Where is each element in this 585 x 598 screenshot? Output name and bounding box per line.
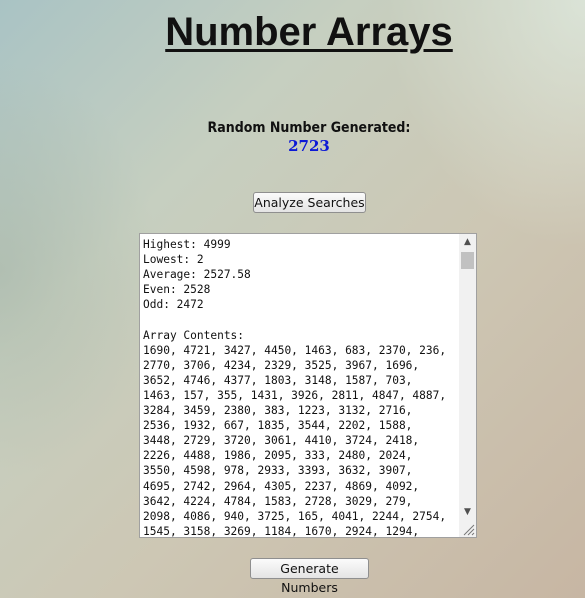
generate-numbers-button[interactable]: Generate Numbers — [250, 558, 369, 595]
page-title: Number Arrays — [165, 10, 453, 54]
scroll-up-icon[interactable]: ▲ — [459, 234, 476, 251]
analyze-searches-button[interactable]: Analyze Searches — [253, 192, 366, 213]
scroll-thumb[interactable] — [461, 252, 474, 269]
resize-grip-icon[interactable] — [461, 522, 475, 536]
output-text: Highest: 4999 Lowest: 2 Average: 2527.58… — [143, 238, 447, 538]
random-number-label: Random Number Generated: — [207, 120, 411, 136]
random-number-value: 2723 — [288, 137, 330, 155]
scroll-down-icon[interactable]: ▼ — [459, 504, 476, 521]
output-textarea[interactable]: Highest: 4999 Lowest: 2 Average: 2527.58… — [139, 233, 477, 538]
vertical-scrollbar[interactable]: ▲ ▼ — [459, 234, 476, 537]
